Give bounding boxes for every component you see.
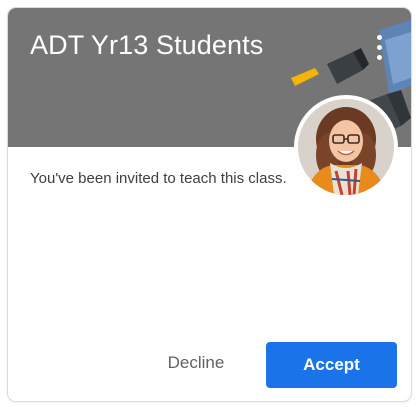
class-invite-card: ADT Yr13 Students You've been invited to… [7,7,412,402]
accept-button[interactable]: Accept [266,342,397,388]
decline-button[interactable]: Decline [150,342,242,384]
class-title: ADT Yr13 Students [30,30,264,60]
more-options-icon[interactable] [366,33,392,63]
avatar-image [298,99,394,195]
invite-message: You've been invited to teach this class. [30,170,287,187]
teacher-avatar [294,95,398,199]
